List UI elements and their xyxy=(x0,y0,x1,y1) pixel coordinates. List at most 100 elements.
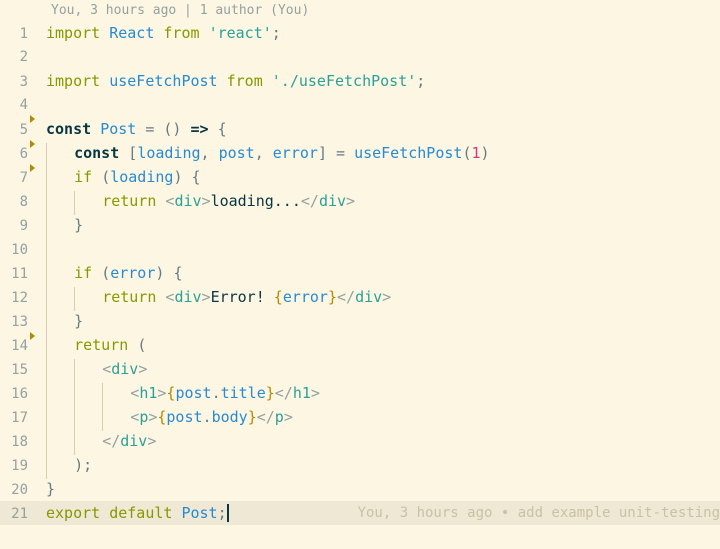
token-punc: [ xyxy=(128,144,137,162)
code-line[interactable]: 12 return <div>Error! {error}</div> xyxy=(0,285,720,309)
code-content[interactable]: return ( xyxy=(46,333,720,357)
code-line[interactable]: 20} xyxy=(0,477,720,501)
token-tag: div xyxy=(174,288,201,306)
code-content[interactable]: if (loading) { xyxy=(46,165,720,189)
token-punc: . xyxy=(212,384,221,402)
token-punc: , xyxy=(201,144,210,162)
code-content[interactable]: <h1>{post.title}</h1> xyxy=(46,381,720,405)
token-tagp: </ xyxy=(275,384,293,402)
code-line[interactable]: 15 <div> xyxy=(0,357,720,381)
code-content[interactable]: } xyxy=(46,213,720,237)
code-content[interactable]: return <div>Error! {error}</div> xyxy=(46,285,720,309)
token-str: './useFetchPost' xyxy=(272,72,417,90)
token-kw: if xyxy=(74,264,92,282)
code-line[interactable]: 21export default Post;You, 3 hours ago •… xyxy=(0,501,720,525)
token-tagp: < xyxy=(130,408,139,426)
line-number: 4 xyxy=(0,93,32,117)
code-line[interactable]: 1 import React from 'react'; xyxy=(0,21,720,45)
token-attr: loading xyxy=(137,144,200,162)
code-content[interactable]: export default Post;You, 3 hours ago • a… xyxy=(46,501,720,525)
git-blame-header: You, 3 hours ago | 1 author (You) xyxy=(0,0,720,21)
token-tag: div xyxy=(319,192,346,210)
token-plain: loading... xyxy=(211,192,301,210)
token-plain xyxy=(91,120,100,138)
line-number: 18 xyxy=(0,430,32,454)
token-fn: Post xyxy=(181,504,217,522)
code-line[interactable]: 18 </div> xyxy=(0,429,720,453)
token-tagp: > xyxy=(382,288,391,306)
token-tagp: </ xyxy=(102,432,120,450)
line-number: 15 xyxy=(0,358,32,382)
line-number: 1 xyxy=(0,22,32,46)
code-line[interactable]: 17 <p>{post.body}</p> xyxy=(0,405,720,429)
token-tag: h1 xyxy=(139,384,157,402)
line-number: 11 xyxy=(0,262,32,286)
code-line[interactable]: 19 ); xyxy=(0,453,720,477)
token-punc: = xyxy=(336,144,345,162)
token-punc: , xyxy=(255,144,264,162)
token-tagp: > xyxy=(202,192,211,210)
token-plain xyxy=(218,72,227,90)
token-tag: div xyxy=(120,432,147,450)
code-content[interactable]: const Post = () => { xyxy=(46,117,720,141)
code-content[interactable]: const [loading, post, error] = useFetchP… xyxy=(46,141,720,165)
token-fn: Post xyxy=(100,120,136,138)
code-content[interactable]: <p>{post.body}</p> xyxy=(46,405,720,429)
code-content[interactable]: <div> xyxy=(46,357,720,381)
token-tagp: < xyxy=(102,360,111,378)
code-line[interactable]: 9 } xyxy=(0,213,720,237)
code-line[interactable]: 14 return ( xyxy=(0,333,720,357)
code-content[interactable]: if (error) { xyxy=(46,261,720,285)
code-line[interactable]: 11 if (error) { xyxy=(0,261,720,285)
code-content[interactable] xyxy=(46,237,720,261)
token-punc: () xyxy=(163,120,181,138)
token-attr: post xyxy=(166,408,202,426)
code-line[interactable]: 3import useFetchPost from './useFetchPos… xyxy=(0,69,720,93)
code-content[interactable]: } xyxy=(46,477,720,501)
token-attr: error xyxy=(110,264,155,282)
token-punc: } xyxy=(74,216,83,234)
token-plain xyxy=(263,72,272,90)
token-kw: return xyxy=(102,192,156,210)
code-line[interactable]: 7 if (loading) { xyxy=(0,165,720,189)
code-content[interactable]: </div> xyxy=(46,429,720,453)
token-kw: return xyxy=(74,336,128,354)
token-kw2: => xyxy=(191,120,209,138)
code-content[interactable]: } xyxy=(46,309,720,333)
code-line[interactable]: 5const Post = () => { xyxy=(0,117,720,141)
token-punc: ; xyxy=(416,72,425,90)
token-tag: div xyxy=(355,288,382,306)
token-attr: loading xyxy=(110,168,173,186)
code-content[interactable]: import useFetchPost from './useFetchPost… xyxy=(46,69,720,93)
code-content[interactable]: ); xyxy=(46,453,720,477)
token-tagp: </ xyxy=(301,192,319,210)
code-content[interactable]: import React from 'react'; xyxy=(46,21,720,45)
code-line[interactable]: 4 xyxy=(0,93,720,117)
line-number: 8 xyxy=(0,190,32,214)
token-kw2: const xyxy=(46,120,91,138)
token-punc: { xyxy=(192,168,201,186)
token-punc: } xyxy=(74,312,83,330)
line-number: 6 xyxy=(0,142,32,166)
token-attr: error xyxy=(273,144,318,162)
token-kw: import xyxy=(46,24,100,42)
token-tagp: > xyxy=(311,384,320,402)
code-editor[interactable]: You, 3 hours ago | 1 author (You) 1 impor… xyxy=(0,0,720,525)
token-plain xyxy=(200,24,209,42)
code-line[interactable]: 8 return <div>loading...</div> xyxy=(0,189,720,213)
code-line[interactable]: 6 const [loading, post, error] = useFetc… xyxy=(0,141,720,165)
code-content[interactable]: return <div>loading...</div> xyxy=(46,189,720,213)
code-line[interactable]: 2 xyxy=(0,45,720,69)
token-jsx: { xyxy=(274,288,283,306)
token-str: 'react' xyxy=(209,24,272,42)
code-line[interactable]: 10 xyxy=(0,237,720,261)
code-line[interactable]: 16 <h1>{post.title}</h1> xyxy=(0,381,720,405)
token-tag: p xyxy=(275,408,284,426)
text-cursor xyxy=(227,504,229,522)
token-plain: Error! xyxy=(211,288,274,306)
code-line[interactable]: 13 } xyxy=(0,309,720,333)
git-blame-inline: You, 3 hours ago • add example unit-test… xyxy=(358,501,720,525)
line-number: 13 xyxy=(0,310,32,334)
line-number: 20 xyxy=(0,478,32,502)
token-punc: ] xyxy=(318,144,327,162)
